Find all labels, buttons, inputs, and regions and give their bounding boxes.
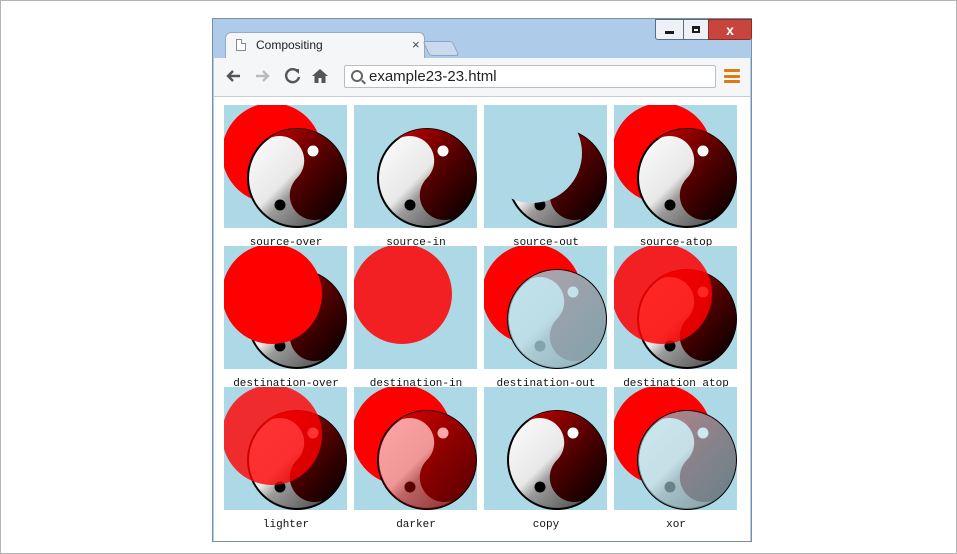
page-content: source-over source-in source-out source-ato… bbox=[214, 97, 750, 541]
composite-tile bbox=[354, 246, 477, 369]
composite-label: copy bbox=[532, 519, 560, 531]
browser-window: x Compositing × example23-23.html source… bbox=[212, 18, 752, 542]
composite-tile bbox=[614, 105, 737, 228]
tab-compositing[interactable]: Compositing × bbox=[225, 32, 425, 58]
home-icon[interactable] bbox=[310, 66, 330, 86]
composite-label: xor bbox=[666, 519, 686, 531]
url-text[interactable]: example23-23.html bbox=[369, 68, 497, 85]
menu-icon[interactable] bbox=[724, 69, 740, 83]
reload-icon[interactable] bbox=[283, 66, 303, 86]
back-icon[interactable] bbox=[224, 66, 244, 86]
close-icon: x bbox=[726, 21, 734, 38]
composite-tile bbox=[484, 246, 607, 369]
tab-title: Compositing bbox=[256, 38, 323, 52]
composite-tile bbox=[614, 387, 737, 510]
composite-tile bbox=[614, 246, 737, 369]
search-icon bbox=[351, 70, 363, 82]
tab-close-icon[interactable]: × bbox=[412, 37, 420, 52]
composite-tile bbox=[224, 246, 347, 369]
page-icon bbox=[236, 39, 246, 51]
maximize-icon bbox=[692, 26, 700, 33]
address-bar[interactable]: example23-23.html bbox=[344, 65, 716, 88]
toolbar: example23-23.html bbox=[214, 58, 750, 97]
composite-tile bbox=[354, 105, 477, 228]
composite-label: lighter bbox=[262, 519, 310, 531]
maximize-button[interactable] bbox=[683, 19, 709, 40]
forward-icon[interactable] bbox=[252, 66, 272, 86]
minimize-icon bbox=[665, 31, 674, 34]
minimize-button[interactable] bbox=[655, 19, 684, 40]
composite-label: darker bbox=[396, 519, 436, 531]
composite-tile bbox=[224, 105, 347, 228]
new-tab-button[interactable] bbox=[422, 41, 460, 56]
composite-tile bbox=[224, 387, 347, 510]
close-button[interactable]: x bbox=[708, 19, 752, 40]
composite-tile bbox=[484, 105, 607, 228]
composite-tile bbox=[484, 387, 607, 510]
composite-tile bbox=[354, 387, 477, 510]
